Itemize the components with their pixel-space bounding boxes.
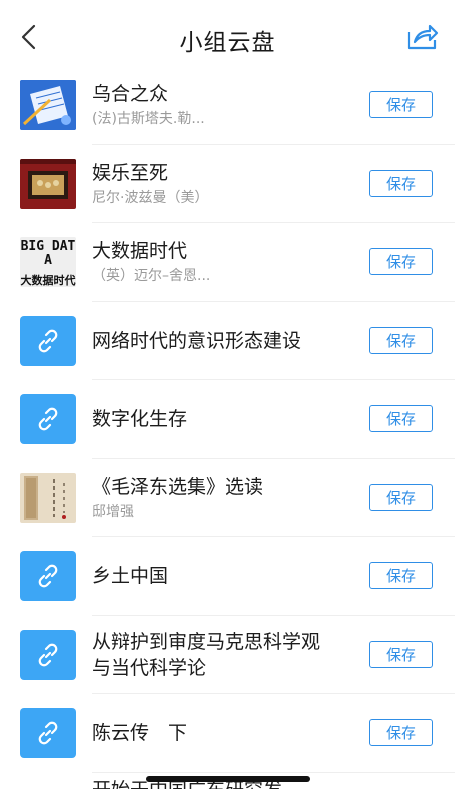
link-icon (20, 394, 76, 444)
save-button[interactable]: 保存 (369, 640, 433, 668)
list-item[interactable]: 娱乐至死 尼尔·波兹曼（美） 保存 (0, 145, 455, 224)
item-author: 尼尔·波兹曼（美） (92, 189, 209, 206)
share-icon[interactable] (405, 22, 439, 52)
page-title: 小组云盘 (179, 30, 276, 56)
list-item[interactable]: 从辩护到审度马克思科学观与当代科学论 保存 (0, 616, 455, 695)
book-cover (20, 158, 76, 209)
link-icon (20, 551, 76, 601)
item-author: （英）迈尔–舍恩... (92, 268, 211, 284)
save-button[interactable]: 保存 (369, 562, 433, 589)
item-author: 邸增强 (92, 503, 134, 520)
save-button[interactable]: 保存 (369, 719, 433, 746)
item-author: (法)古斯塔夫.勒... (92, 111, 205, 127)
list-item[interactable]: 乌合之众 (法)古斯塔夫.勒... 保存 (0, 66, 455, 145)
item-title: 乌合之众 (92, 83, 169, 105)
list-item[interactable]: 《毛泽东选集》选读 邸增强 保存 (0, 459, 455, 538)
home-indicator (146, 776, 310, 782)
save-button[interactable]: 保存 (369, 248, 433, 275)
item-title: 陈云传 下 (92, 722, 188, 744)
link-icon (20, 315, 76, 366)
book-cover: BIG DATA 大数据时代 (20, 237, 76, 287)
item-title: 娱乐至死 (92, 161, 169, 184)
item-title: 数字化生存 (92, 408, 188, 430)
book-cover (20, 80, 76, 130)
list-item[interactable]: 网络时代的意识形态建设 保存 (0, 302, 455, 381)
list-item[interactable]: 数字化生存 保存 (0, 380, 455, 459)
save-button[interactable]: 保存 (369, 483, 433, 511)
cover-text-top: BIG DATA (20, 239, 76, 268)
item-title: 《毛泽东选集》选读 (92, 475, 264, 498)
item-title: 乡土中国 (92, 565, 169, 587)
list-item[interactable]: BIG DATA 大数据时代 大数据时代 （英）迈尔–舍恩... 保存 (0, 223, 455, 302)
cover-text-bottom: 大数据时代 (20, 274, 76, 287)
item-title: 从辩护到审度马克思科学观与当代科学论 (92, 630, 321, 679)
file-list: 乌合之众 (法)古斯塔夫.勒... 保存 娱乐至死 尼尔·波兹曼（美） 保存 B… (0, 66, 455, 773)
link-icon (20, 708, 76, 758)
save-button[interactable]: 保存 (369, 326, 433, 354)
save-button[interactable]: 保存 (369, 405, 433, 432)
list-item[interactable]: 陈云传 下 保存 (0, 694, 455, 773)
link-icon (20, 629, 76, 680)
list-item[interactable]: 乡土中国 保存 (0, 537, 455, 616)
item-title: 网络时代的意识形态建设 (92, 329, 302, 352)
item-title: 大数据时代 (92, 240, 188, 262)
save-button[interactable]: 保存 (369, 91, 433, 118)
book-cover (20, 472, 76, 523)
nav-header: 小组云盘 (0, 0, 455, 76)
save-button[interactable]: 保存 (369, 169, 433, 197)
